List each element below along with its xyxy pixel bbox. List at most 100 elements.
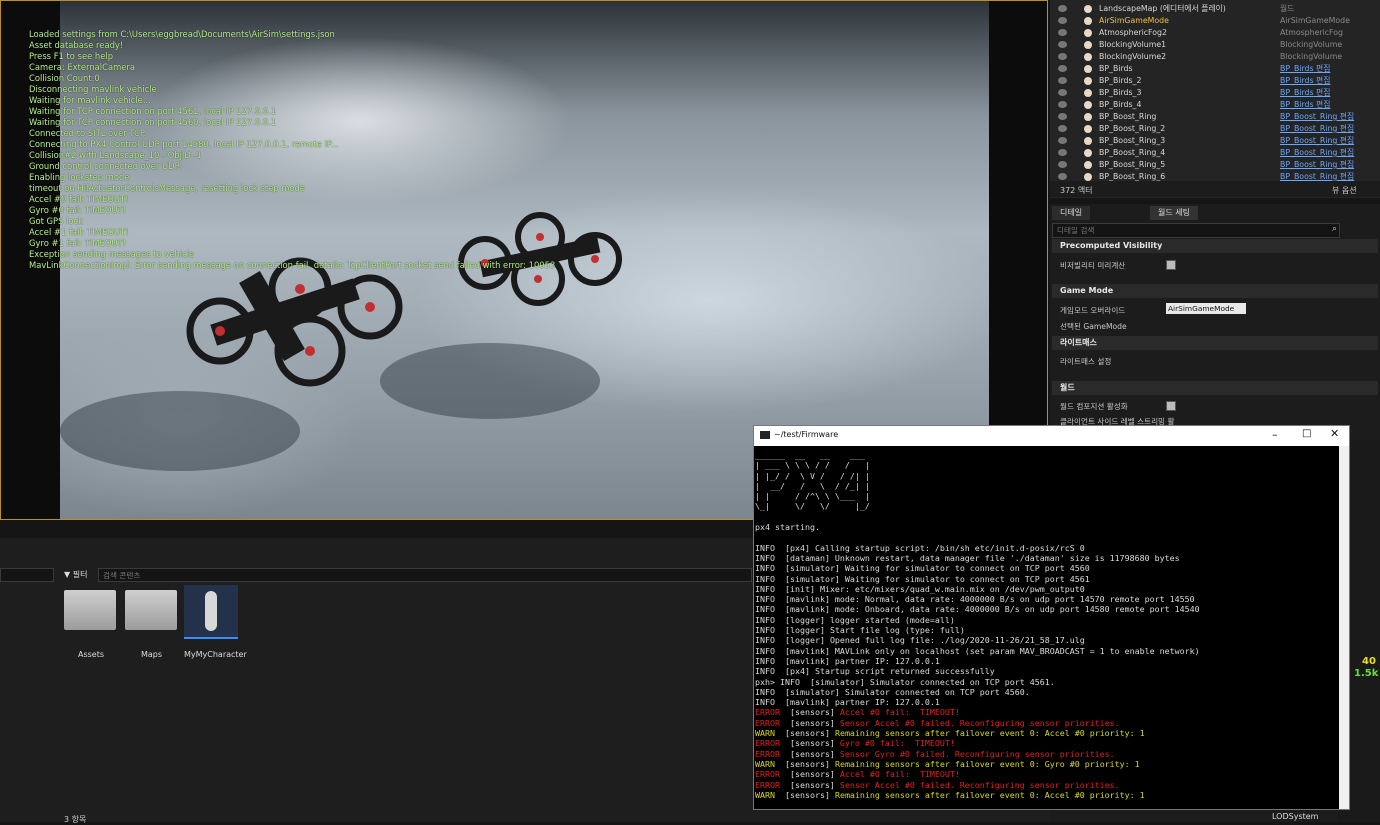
ascii-banner-line: | ___ \ \ \ / / / | <box>755 460 870 471</box>
visibility-eye-icon[interactable] <box>1058 77 1067 84</box>
terminal-scrollbar[interactable] <box>1339 446 1349 809</box>
outliner-row[interactable]: BlockingVolume1 BlockingVolume <box>1050 39 1380 51</box>
log-entry: INFO [simulator] Simulator connected on … <box>755 686 1030 697</box>
visibility-eye-icon[interactable] <box>1058 173 1067 180</box>
log-entry: WARN [sensors] Remaining sensors after f… <box>755 728 1145 739</box>
maximize-button[interactable]: □ <box>1302 428 1311 439</box>
visibility-checkbox[interactable] <box>1166 260 1176 270</box>
outliner-row[interactable]: LandscapeMap (에디터에서 플레이) 월드 <box>1050 3 1380 15</box>
actor-count: 372 액터 <box>1060 186 1093 195</box>
section-lightmass[interactable]: 라이트매스 <box>1052 336 1378 350</box>
section-precomputed-visibility[interactable]: Precomputed Visibility <box>1052 239 1378 253</box>
terminal-window[interactable]: ~/test/Firmware – □ ✕ ______ __ __ ___ |… <box>753 425 1350 810</box>
edit-blueprint-link[interactable]: BP_Birds 편집 <box>1280 75 1330 87</box>
asset-label-character: MyMyCharacter <box>184 650 247 659</box>
view-options-button[interactable]: 뷰 옵션 <box>1332 185 1357 196</box>
outliner-row[interactable]: AirSimGameMode AirSimGameMode <box>1050 15 1380 27</box>
edit-blueprint-link[interactable]: BP_Birds 편집 <box>1280 99 1330 111</box>
prop-world-composition-label: 월드 컴포지션 활성화 <box>1060 402 1128 411</box>
actor-icon <box>1084 53 1092 61</box>
edit-blueprint-link[interactable]: BP_Birds 편집 <box>1280 87 1330 99</box>
visibility-eye-icon[interactable] <box>1058 5 1067 12</box>
character-asset-thumbnail[interactable] <box>184 585 238 639</box>
outliner-row[interactable]: BP_Birds_3 BP_Birds 편집 <box>1050 87 1380 99</box>
content-search-input[interactable]: 검색 콘텐츠 <box>98 568 752 582</box>
edit-blueprint-link[interactable]: BP_Boost_Ring 편집 <box>1280 147 1354 159</box>
log-entry: INFO [simulator] Waiting for simulator t… <box>755 563 1090 574</box>
outliner-row[interactable]: BP_Birds_4 BP_Birds 편집 <box>1050 99 1380 111</box>
section-game-mode[interactable]: Game Mode <box>1052 284 1378 298</box>
outliner-row[interactable]: AtmosphericFog2 AtmosphericFog <box>1050 27 1380 39</box>
prop-lightmass-settings-label[interactable]: 라이트매스 설정 <box>1060 356 1111 367</box>
actor-name: BP_Birds_3 <box>1099 88 1142 97</box>
section-world[interactable]: 월드 <box>1052 381 1378 395</box>
gamemode-select[interactable]: AirSimGameMode <box>1166 303 1246 314</box>
filter-label: 필터 <box>72 570 88 579</box>
prop-selected-gamemode-label[interactable]: 선택된 GameMode <box>1060 321 1127 332</box>
visibility-eye-icon[interactable] <box>1058 149 1067 156</box>
visibility-eye-icon[interactable] <box>1058 161 1067 168</box>
log-entry: ERROR [sensors] Sensor Accel #0 failed. … <box>755 779 1120 790</box>
details-search-placeholder: 디테일 검색 <box>1057 226 1095 235</box>
drone-left <box>186 257 403 387</box>
outliner-row[interactable]: BP_Boost_Ring_5 BP_Boost_Ring 편집 <box>1050 159 1380 171</box>
outliner-row[interactable]: BP_Boost_Ring BP_Boost_Ring 편집 <box>1050 111 1380 123</box>
visibility-eye-icon[interactable] <box>1058 17 1067 24</box>
outliner-row[interactable]: BP_Birds_2 BP_Birds 편집 <box>1050 75 1380 87</box>
tab-details[interactable]: 디테일 <box>1052 206 1091 220</box>
log-line: Camera: ExternalCamera <box>29 62 135 72</box>
visibility-eye-icon[interactable] <box>1058 101 1067 108</box>
log-line: MavLinkConnectionImpl: Error sending mes… <box>29 260 556 270</box>
visibility-eye-icon[interactable] <box>1058 41 1067 48</box>
outliner-row[interactable]: BP_Boost_Ring_2 BP_Boost_Ring 편집 <box>1050 123 1380 135</box>
details-search-input[interactable]: 디테일 검색 ⌕ <box>1052 223 1340 238</box>
outliner-row[interactable]: BP_Boost_Ring_4 BP_Boost_Ring 편집 <box>1050 147 1380 159</box>
visibility-eye-icon[interactable] <box>1058 125 1067 132</box>
terminal-output[interactable]: ______ __ __ ___ | ___ \ \ \ / / / | | |_… <box>754 446 1340 809</box>
log-line: Press F1 to see help <box>29 51 114 61</box>
minimize-button[interactable]: – <box>1272 428 1278 441</box>
log-line: Collision#2 with Landscape_10 - ObjID -1 <box>29 150 202 160</box>
edit-blueprint-link[interactable]: BP_Birds 편집 <box>1280 63 1330 75</box>
outliner-footer: 372 액터 뷰 옵션 <box>1050 181 1380 197</box>
world-composition-checkbox[interactable] <box>1166 401 1176 411</box>
prop-gamemode-override-label: 게임모드 오버라이드 <box>1060 306 1126 315</box>
visibility-eye-icon[interactable] <box>1058 29 1067 36</box>
edit-blueprint-link[interactable]: BP_Boost_Ring 편집 <box>1280 159 1354 171</box>
world-outliner[interactable]: LandscapeMap (에디터에서 플레이) 월드 AirSimGameMode… <box>1050 0 1380 198</box>
edit-blueprint-link[interactable]: BP_Boost_Ring 편집 <box>1280 123 1354 135</box>
log-entry: pxh> INFO [simulator] Simulator connecte… <box>755 676 1055 687</box>
outliner-row[interactable]: BlockingVolume2 BlockingVolume <box>1050 51 1380 63</box>
path-search-input[interactable] <box>0 568 54 582</box>
tab-world-settings[interactable]: 월드 세팅 <box>1150 206 1198 220</box>
actor-icon <box>1084 65 1092 73</box>
outliner-row[interactable]: BP_Birds BP_Birds 편집 <box>1050 63 1380 75</box>
actor-name: BP_Boost_Ring_5 <box>1099 160 1166 169</box>
actor-icon <box>1084 173 1092 181</box>
visibility-eye-icon[interactable] <box>1058 89 1067 96</box>
edit-blueprint-link[interactable]: BP_Boost_Ring 편집 <box>1280 135 1354 147</box>
actor-type: 월드 <box>1280 4 1295 13</box>
actor-icon <box>1084 149 1092 157</box>
ascii-banner-line: | |_/ / \ V / / /| | <box>755 470 870 481</box>
log-line: Accel #1 fail: TIMEOUT! <box>29 227 129 237</box>
log-entry: ERROR [sensors] Gyro #0 fail: TIMEOUT! <box>755 738 955 749</box>
edit-blueprint-link[interactable]: BP_Boost_Ring 편집 <box>1280 111 1354 123</box>
filter-button[interactable]: ▼ 필터 <box>64 569 87 580</box>
actor-type: AirSimGameMode <box>1280 16 1350 25</box>
folder-icon[interactable] <box>125 590 177 630</box>
actor-icon <box>1084 161 1092 169</box>
item-count: 3 항목 <box>64 815 87 824</box>
visibility-eye-icon[interactable] <box>1058 113 1067 120</box>
asset-label-maps: Maps <box>141 650 163 659</box>
visibility-eye-icon[interactable] <box>1058 65 1067 72</box>
outliner-row[interactable]: BP_Boost_Ring_3 BP_Boost_Ring 편집 <box>1050 135 1380 147</box>
actor-name: BP_Birds <box>1099 64 1133 73</box>
terminal-titlebar[interactable]: ~/test/Firmware – □ ✕ <box>754 426 1349 445</box>
visibility-eye-icon[interactable] <box>1058 53 1067 60</box>
folder-icon[interactable] <box>64 590 116 630</box>
close-button[interactable]: ✕ <box>1330 427 1339 440</box>
visibility-eye-icon[interactable] <box>1058 137 1067 144</box>
actor-name: LandscapeMap (에디터에서 플레이) <box>1099 4 1226 13</box>
